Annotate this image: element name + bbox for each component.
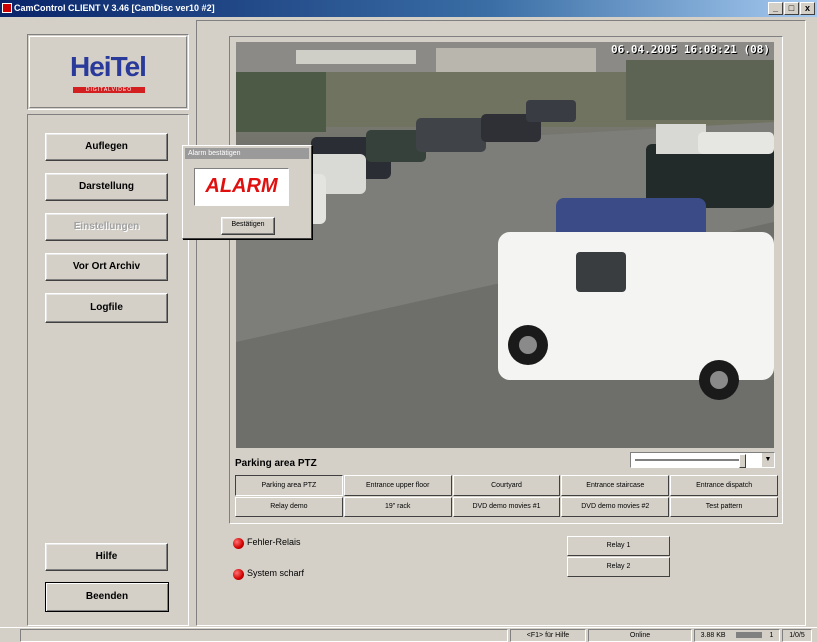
confirm-button[interactable]: Bestätigen <box>221 217 275 235</box>
close-button[interactable]: x <box>800 2 815 15</box>
window-title: CamControl CLIENT V 3.46 [CamDisc ver10 … <box>14 3 215 13</box>
camera-button-entrance-staircase[interactable]: Entrance staircase <box>561 475 670 496</box>
alarm-text: ALARM <box>194 168 289 206</box>
relay-1-button[interactable]: Relay 1 <box>567 536 670 556</box>
camera-selector: Parking area PTZ Entrance upper floor Co… <box>235 475 778 517</box>
status-help: <F1> für Hilfe <box>510 629 586 642</box>
vor-ort-archiv-button[interactable]: Vor Ort Archiv <box>45 253 168 281</box>
camera-button-test-pattern[interactable]: Test pattern <box>670 496 778 517</box>
maximize-button[interactable]: □ <box>784 2 799 15</box>
relay-2-button[interactable]: Relay 2 <box>567 557 670 577</box>
window-controls: _ □ x <box>768 2 815 15</box>
logfile-button[interactable]: Logfile <box>45 293 168 323</box>
camera-label: Parking area PTZ <box>235 458 317 469</box>
title-bar: CamControl CLIENT V 3.46 [CamDisc ver10 … <box>0 0 817 17</box>
video-timestamp: 06.04.2005 16:08:21 (08) <box>611 43 770 56</box>
system-armed-label: System scharf <box>247 568 305 578</box>
error-relay-label: Fehler-Relais <box>247 537 301 547</box>
camera-button-relay-demo[interactable]: Relay demo <box>235 496 343 517</box>
camera-button-courtyard[interactable]: Courtyard <box>452 475 561 496</box>
camera-button-19-rack[interactable]: 19" rack <box>343 496 452 517</box>
camera-button-dvd-demo-2[interactable]: DVD demo movies #2 <box>561 496 670 517</box>
status-bar: <F1> für Hilfe Online 3.88 KB 1 1/0/5 <box>0 627 817 642</box>
camera-button-entrance-upper-floor[interactable]: Entrance upper floor <box>343 475 452 496</box>
zoom-slider[interactable]: ▼ <box>630 452 775 468</box>
status-count: 1 <box>769 632 774 639</box>
help-button[interactable]: Hilfe <box>45 543 168 571</box>
slider-thumb[interactable] <box>739 454 746 468</box>
alarm-dialog: Alarm bestätigen ALARM Bestätigen <box>182 145 312 239</box>
status-spacer <box>20 629 508 642</box>
slider-track <box>635 459 744 461</box>
camera-button-parking-area-ptz[interactable]: Parking area PTZ <box>235 475 343 496</box>
camera-image <box>236 42 774 448</box>
minimize-button[interactable]: _ <box>768 2 783 15</box>
camera-button-entrance-dispatch[interactable]: Entrance dispatch <box>670 475 778 496</box>
camera-button-dvd-demo-1[interactable]: DVD demo movies #1 <box>452 496 561 517</box>
darstellung-button[interactable]: Darstellung <box>45 173 168 201</box>
einstellungen-button[interactable]: Einstellungen <box>45 213 168 241</box>
system-armed-led-icon <box>233 569 244 580</box>
app-icon <box>2 3 12 13</box>
logo-wordmark: HeiTel <box>70 51 147 82</box>
status-size-cell: 3.88 KB 1 <box>694 629 780 642</box>
chevron-down-icon[interactable]: ▼ <box>762 453 774 467</box>
status-pages: 1/0/5 <box>782 629 812 642</box>
camera-video[interactable]: 06.04.2005 16:08:21 (08) <box>236 42 774 448</box>
status-connection: Online <box>588 629 692 642</box>
exit-button[interactable]: Beenden <box>45 582 169 612</box>
logo: HeiTel DIGITALVIDEO <box>29 36 187 108</box>
status-size: 3.88 KB <box>700 632 726 639</box>
logo-tagline: DIGITALVIDEO <box>73 87 145 93</box>
activity-bar-icon <box>735 632 762 639</box>
auflegen-button[interactable]: Auflegen <box>45 133 168 161</box>
error-relay-led-icon <box>233 538 244 549</box>
dialog-title: Alarm bestätigen <box>185 148 309 159</box>
